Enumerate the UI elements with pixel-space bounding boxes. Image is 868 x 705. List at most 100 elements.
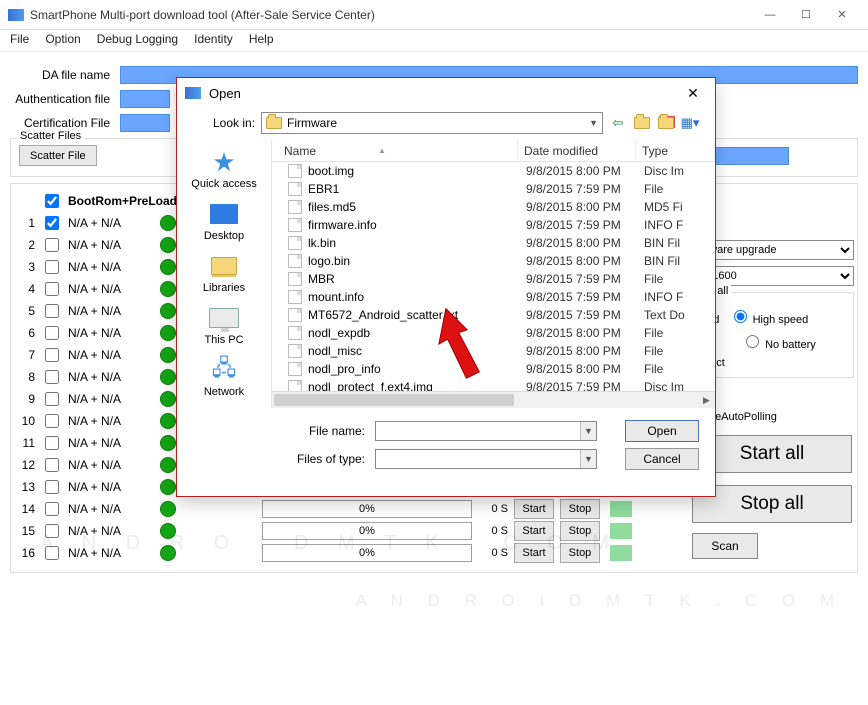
auth-file-label: Authentication file — [10, 92, 120, 106]
row-checkbox[interactable] — [45, 348, 59, 362]
baud-select[interactable]: 921600 — [692, 266, 854, 286]
file-name: firmware.info — [308, 218, 526, 232]
file-name: MT6572_Android_scatter.txt — [308, 308, 526, 322]
stop-all-button[interactable]: Stop all — [692, 485, 852, 523]
place-this-pc[interactable]: This PC — [184, 304, 264, 346]
dialog-title: Open — [209, 86, 671, 101]
scatter-file-button[interactable]: Scatter File — [19, 145, 97, 166]
file-row[interactable]: nodl_misc 9/8/2015 8:00 PM File — [272, 342, 715, 360]
file-type: INFO F — [644, 218, 715, 232]
file-row[interactable]: firmware.info 9/8/2015 7:59 PM INFO F — [272, 216, 715, 234]
file-type-combo[interactable]: ▼ — [375, 449, 597, 469]
row-checkbox[interactable] — [45, 546, 59, 560]
row-checkbox[interactable] — [45, 524, 59, 538]
status-dot-icon — [160, 457, 176, 473]
file-row[interactable]: files.md5 9/8/2015 8:00 PM MD5 Fi — [272, 198, 715, 216]
place-quick-access[interactable]: ★Quick access — [184, 148, 264, 190]
start-all-button[interactable]: Start all — [692, 435, 852, 473]
auth-file-field[interactable] — [120, 90, 170, 108]
row-stop-button[interactable]: Stop — [560, 521, 600, 541]
row-checkbox[interactable] — [45, 370, 59, 384]
file-date: 9/8/2015 7:59 PM — [526, 218, 644, 232]
menu-file[interactable]: File — [10, 32, 29, 49]
file-type: File — [644, 272, 715, 286]
row-checkbox[interactable] — [45, 326, 59, 340]
row-checkbox[interactable] — [45, 392, 59, 406]
row-checkbox[interactable] — [45, 260, 59, 274]
status-dot-icon — [160, 435, 176, 451]
da-file-label: DA file name — [10, 68, 120, 82]
open-button[interactable]: Open — [625, 420, 699, 442]
file-type: BIN Fil — [644, 236, 715, 250]
file-icon — [288, 254, 302, 268]
menu-option[interactable]: Option — [45, 32, 80, 49]
file-row[interactable]: lk.bin 9/8/2015 8:00 PM BIN Fil — [272, 234, 715, 252]
file-row[interactable]: EBR1 9/8/2015 7:59 PM File — [272, 180, 715, 198]
status-dot-icon — [160, 303, 176, 319]
menu-help[interactable]: Help — [249, 32, 274, 49]
row-checkbox[interactable] — [45, 216, 59, 230]
cert-file-label: Certification File — [10, 116, 120, 130]
row-stop-button[interactable]: Stop — [560, 499, 600, 519]
row-checkbox[interactable] — [45, 304, 59, 318]
row-na: N/A + N/A — [68, 370, 148, 384]
row-checkbox[interactable] — [45, 414, 59, 428]
dialog-close-button[interactable]: ✕ — [679, 81, 707, 105]
no-battery-radio[interactable] — [746, 335, 759, 348]
progress-cell: 0% — [262, 544, 472, 562]
menu-debug-logging[interactable]: Debug Logging — [97, 32, 178, 49]
column-headers[interactable]: Name▲ Date modified Type — [272, 140, 715, 162]
row-checkbox[interactable] — [45, 436, 59, 450]
maximize-button[interactable]: ☐ — [788, 4, 824, 26]
row-stop-button[interactable]: Stop — [560, 543, 600, 563]
file-row[interactable]: nodl_pro_info 9/8/2015 8:00 PM File — [272, 360, 715, 378]
file-row[interactable]: MBR 9/8/2015 7:59 PM File — [272, 270, 715, 288]
row-checkbox[interactable] — [45, 238, 59, 252]
h-scrollbar[interactable]: ▶ — [272, 391, 715, 408]
file-row[interactable]: boot.img 9/8/2015 8:00 PM Disc Im — [272, 162, 715, 180]
app-icon — [8, 9, 24, 21]
file-row[interactable]: MT6572_Android_scatter.txt 9/8/2015 7:59… — [272, 306, 715, 324]
file-list[interactable]: Name▲ Date modified Type boot.img 9/8/20… — [271, 140, 715, 408]
cancel-button[interactable]: Cancel — [625, 448, 699, 470]
high-speed-radio[interactable] — [734, 310, 747, 323]
place-libraries[interactable]: Libraries — [184, 252, 264, 294]
menu-bar: File Option Debug Logging Identity Help — [0, 30, 868, 52]
place-network[interactable]: 🖧Network — [184, 356, 264, 398]
file-icon — [288, 200, 302, 214]
minimize-button[interactable]: — — [752, 4, 788, 26]
bootrom-checkbox[interactable] — [45, 194, 59, 208]
menu-identity[interactable]: Identity — [194, 32, 233, 49]
row-na: N/A + N/A — [68, 238, 148, 252]
row-start-button[interactable]: Start — [514, 543, 554, 563]
file-type: MD5 Fi — [644, 200, 715, 214]
place-desktop[interactable]: Desktop — [184, 200, 264, 242]
row-start-button[interactable]: Start — [514, 521, 554, 541]
close-button[interactable]: ✕ — [824, 4, 860, 26]
row-na: N/A + N/A — [68, 326, 148, 340]
file-row[interactable]: mount.info 9/8/2015 7:59 PM INFO F — [272, 288, 715, 306]
row-checkbox[interactable] — [45, 458, 59, 472]
file-date: 9/8/2015 8:00 PM — [526, 236, 644, 250]
views-icon[interactable]: ▦▾ — [681, 114, 699, 132]
file-row[interactable]: logo.bin 9/8/2015 8:00 PM BIN Fil — [272, 252, 715, 270]
row-checkbox[interactable] — [45, 480, 59, 494]
type-select[interactable]: mware upgrade — [692, 240, 854, 260]
row-start-button[interactable]: Start — [514, 499, 554, 519]
row-indicator — [610, 545, 632, 561]
cert-file-field[interactable] — [120, 114, 170, 132]
scatter-small-field[interactable] — [704, 147, 789, 165]
row-checkbox[interactable] — [45, 282, 59, 296]
row-checkbox[interactable] — [45, 502, 59, 516]
scan-button[interactable]: Scan — [692, 533, 758, 559]
back-icon[interactable]: ⇦ — [609, 114, 627, 132]
new-folder-icon[interactable] — [657, 114, 675, 132]
detect-label: etect — [701, 357, 845, 369]
look-in-select[interactable]: Firmware ▼ — [261, 112, 603, 134]
bootrom-label: BootRom+PreLoader — [68, 194, 188, 208]
file-name-combo[interactable]: ▼ — [375, 421, 597, 441]
file-icon — [288, 182, 302, 196]
col-type: Type — [636, 140, 715, 161]
up-folder-icon[interactable] — [633, 114, 651, 132]
file-row[interactable]: nodl_expdb 9/8/2015 8:00 PM File — [272, 324, 715, 342]
